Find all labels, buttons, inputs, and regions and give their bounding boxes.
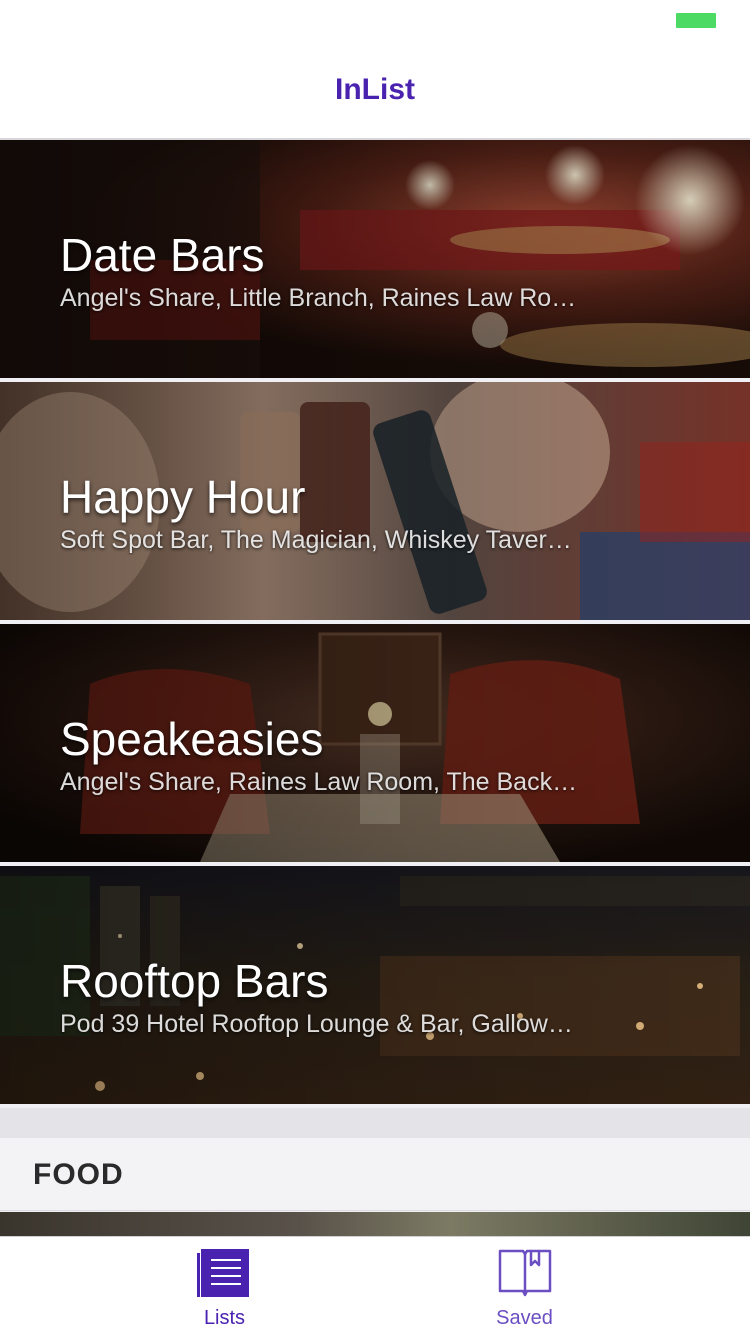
bar-lists: Date Bars Angel's Share, Little Branch, … bbox=[0, 140, 750, 1108]
navigation-bar: InList bbox=[0, 40, 750, 140]
list-card-rooftop-bars[interactable]: Rooftop Bars Pod 39 Hotel Rooftop Lounge… bbox=[0, 866, 750, 1104]
app-title: InList bbox=[335, 73, 415, 106]
list-card-speakeasies[interactable]: Speakeasies Angel's Share, Raines Law Ro… bbox=[0, 624, 750, 862]
list-card-title: Happy Hour bbox=[60, 471, 306, 523]
list-card-subtitle: Soft Spot Bar, The Magician, Whiskey Tav… bbox=[60, 526, 572, 554]
battery-icon bbox=[676, 13, 716, 28]
list-card-subtitle: Angel's Share, Raines Law Room, The Back… bbox=[60, 768, 578, 796]
list-card-title: Speakeasies bbox=[60, 713, 324, 765]
status-bar bbox=[0, 0, 750, 40]
app-screen: InList Date Bars Angel's Share, Little B… bbox=[0, 0, 750, 1334]
book-bookmark-icon bbox=[498, 1249, 551, 1297]
list-card-date-bars[interactable]: Date Bars Angel's Share, Little Branch, … bbox=[0, 140, 750, 378]
list-card-title: Rooftop Bars bbox=[60, 955, 329, 1007]
list-card-subtitle: Angel's Share, Little Branch, Raines Law… bbox=[60, 284, 577, 312]
section-title: FOOD bbox=[33, 1158, 124, 1191]
tab-saved[interactable]: Saved bbox=[337, 1237, 712, 1334]
list-card-subtitle: Pod 39 Hotel Rooftop Lounge & Bar, Gallo… bbox=[60, 1010, 573, 1038]
list-icon bbox=[196, 1249, 249, 1297]
tab-label: Saved bbox=[496, 1307, 553, 1329]
tab-bar: Lists Saved bbox=[0, 1236, 750, 1334]
section-header: FOOD bbox=[0, 1138, 750, 1211]
list-card-happy-hour[interactable]: Happy Hour Soft Spot Bar, The Magician, … bbox=[0, 382, 750, 620]
section-divider bbox=[0, 1108, 750, 1138]
list-card-food-partial[interactable] bbox=[0, 1212, 750, 1238]
list-card-title: Date Bars bbox=[60, 229, 265, 281]
